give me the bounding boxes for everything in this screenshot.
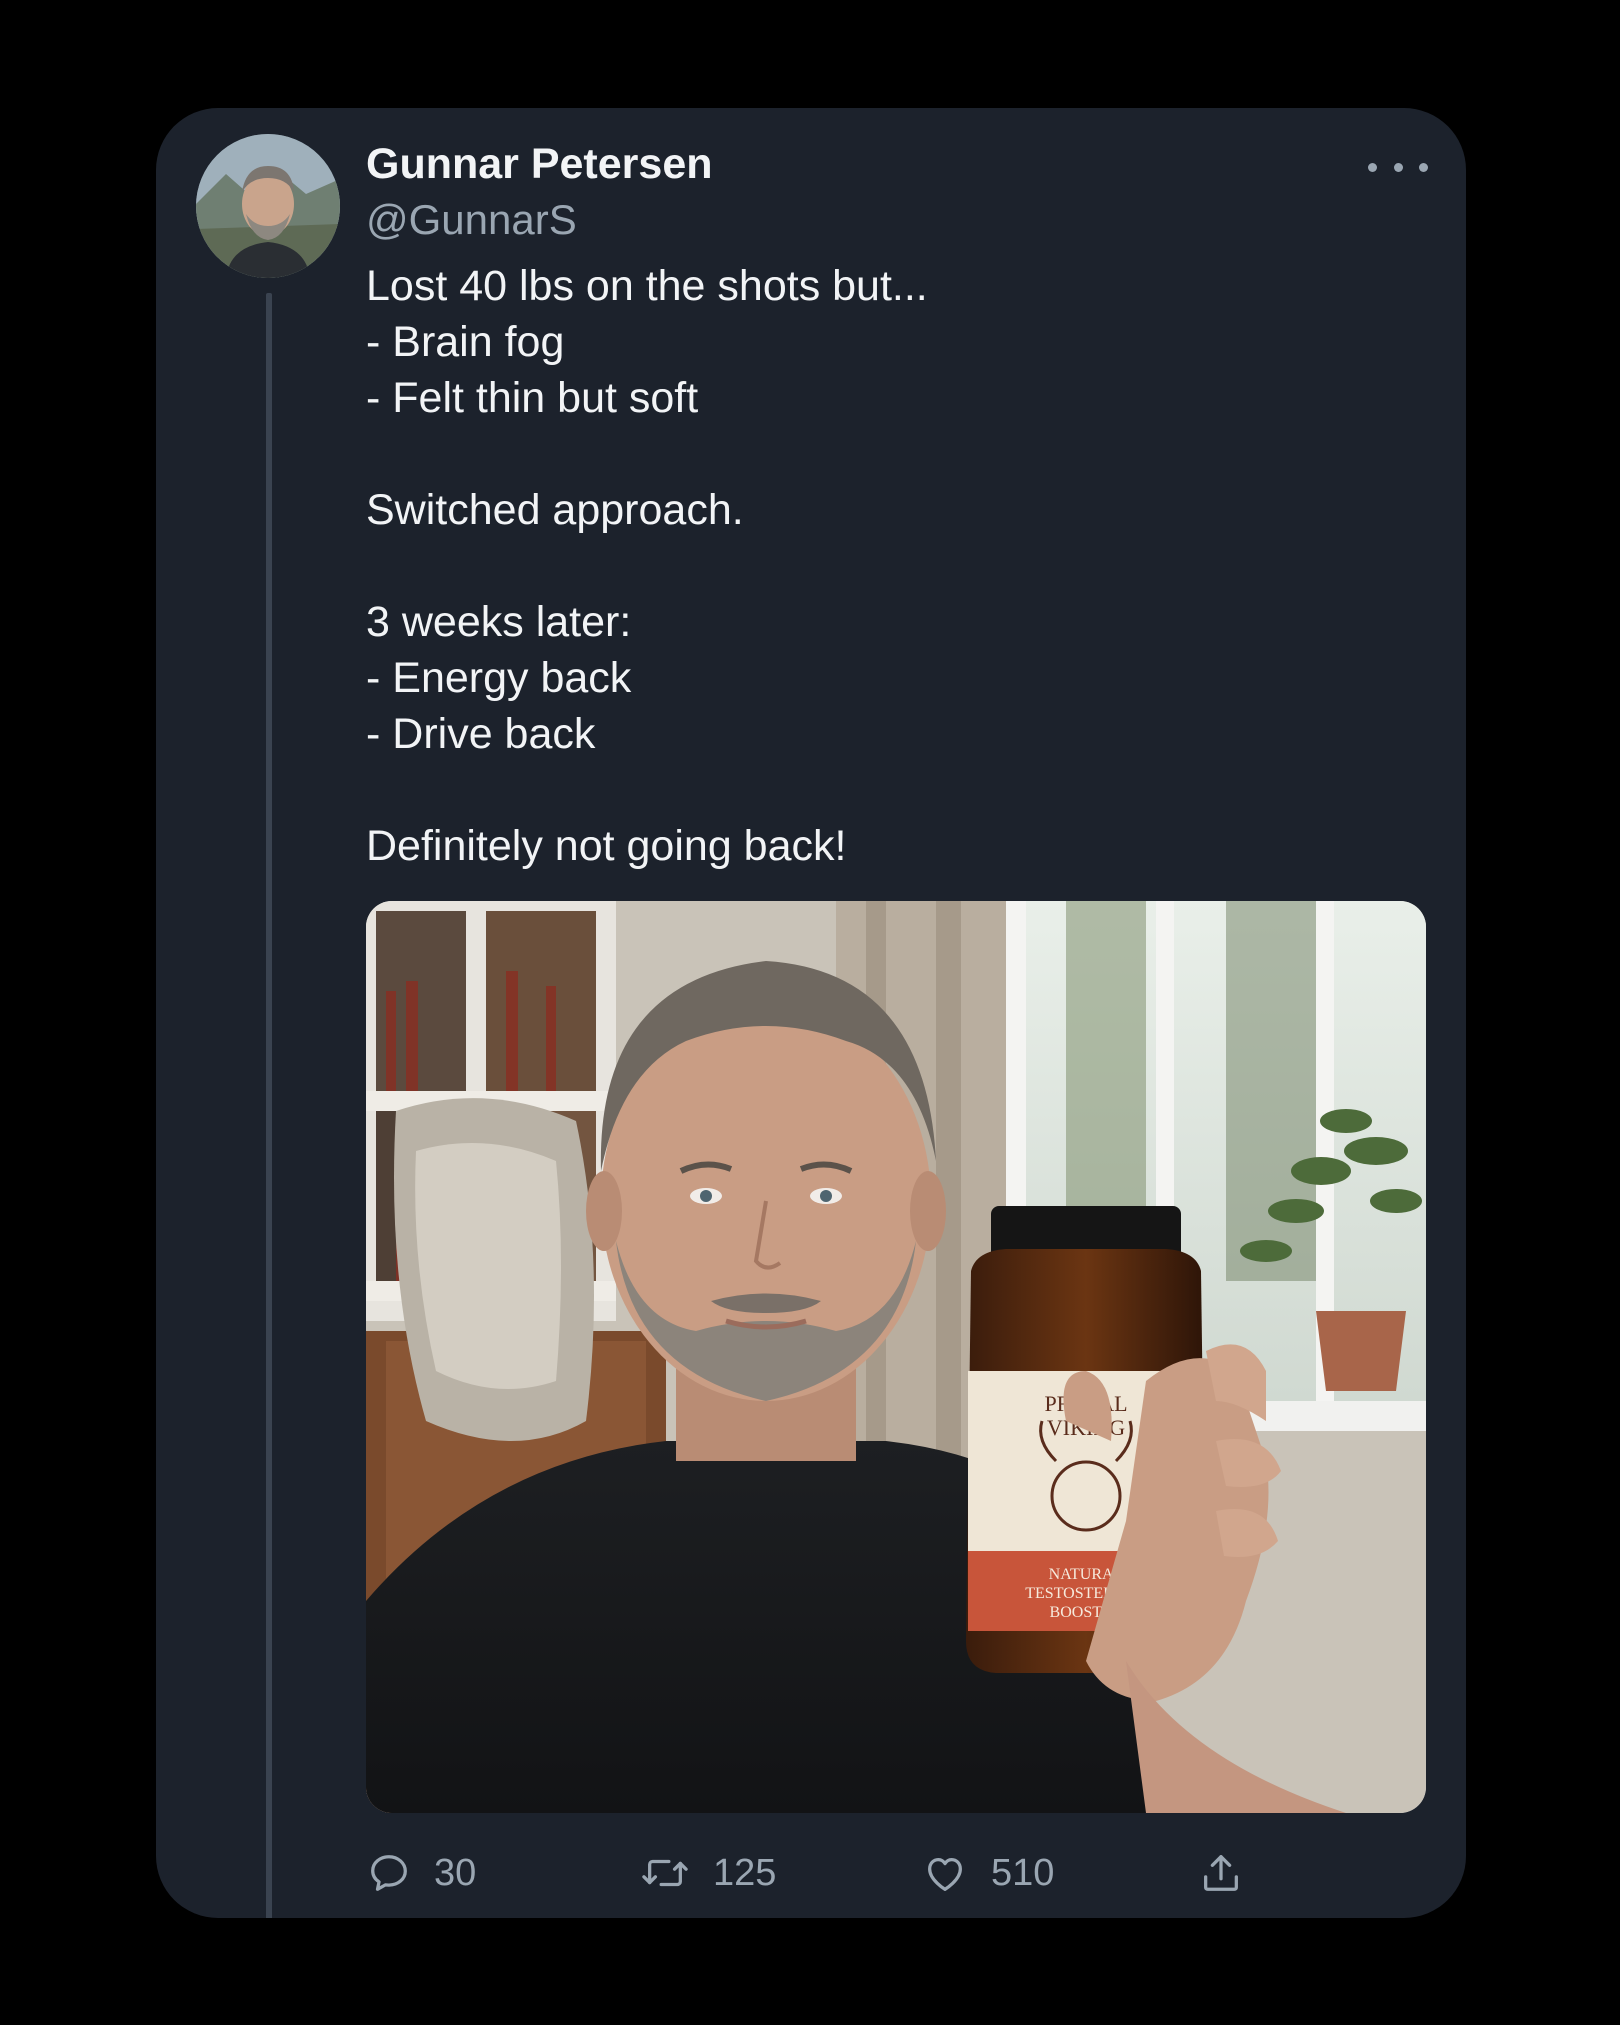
tweet-line: Lost 40 lbs on the shots but...	[366, 262, 928, 310]
reply-button[interactable]: 30	[366, 1843, 476, 1903]
retweet-button[interactable]: 125	[639, 1843, 776, 1903]
retweet-count: 125	[713, 1851, 777, 1894]
dot	[1393, 162, 1403, 172]
tweet-line: - Energy back	[366, 654, 632, 702]
dot	[1419, 162, 1428, 172]
tweet-line: - Brain fog	[366, 318, 565, 366]
dot	[1368, 162, 1377, 172]
thread-connector-line	[266, 293, 272, 1918]
tweet-line: - Drive back	[366, 710, 596, 758]
like-count: 510	[991, 1851, 1055, 1894]
speech-bubble-icon	[371, 1855, 407, 1891]
author-handle[interactable]: @GunnarS	[366, 196, 577, 244]
author-name[interactable]: Gunnar Petersen	[366, 140, 713, 189]
tweet-line: Switched approach.	[366, 486, 744, 534]
tweet-media-photo[interactable]: PRIMAL VIKING 48 NATURAL TESTOSTERONE BO…	[366, 901, 1426, 1813]
photo-illustration: PRIMAL VIKING 48 NATURAL TESTOSTERONE BO…	[366, 901, 1426, 1813]
tweet-body: Lost 40 lbs on the shots but... - Brain …	[366, 258, 1406, 874]
avatar[interactable]	[196, 134, 340, 278]
share-button[interactable]	[1198, 1843, 1244, 1903]
avatar-image	[196, 134, 340, 278]
screenshot-stage: Gunnar Petersen @GunnarS Lost 40 lbs on …	[0, 0, 1620, 2025]
retweet-arrows-icon	[642, 1859, 688, 1887]
heart-icon	[928, 1857, 962, 1891]
more-dots-icon[interactable]	[1368, 152, 1428, 182]
like-button[interactable]: 510	[921, 1843, 1054, 1903]
tweet-line: Definitely not going back!	[366, 822, 847, 870]
tweet-line: 3 weeks later:	[366, 598, 632, 646]
share-upload-icon	[1204, 1855, 1238, 1891]
tweet-line: - Felt thin but soft	[366, 374, 699, 422]
tweet-action-bar: 30 125 510	[366, 1843, 1426, 1903]
reply-count: 30	[434, 1851, 477, 1894]
tweet-card[interactable]: Gunnar Petersen @GunnarS Lost 40 lbs on …	[156, 108, 1466, 1918]
